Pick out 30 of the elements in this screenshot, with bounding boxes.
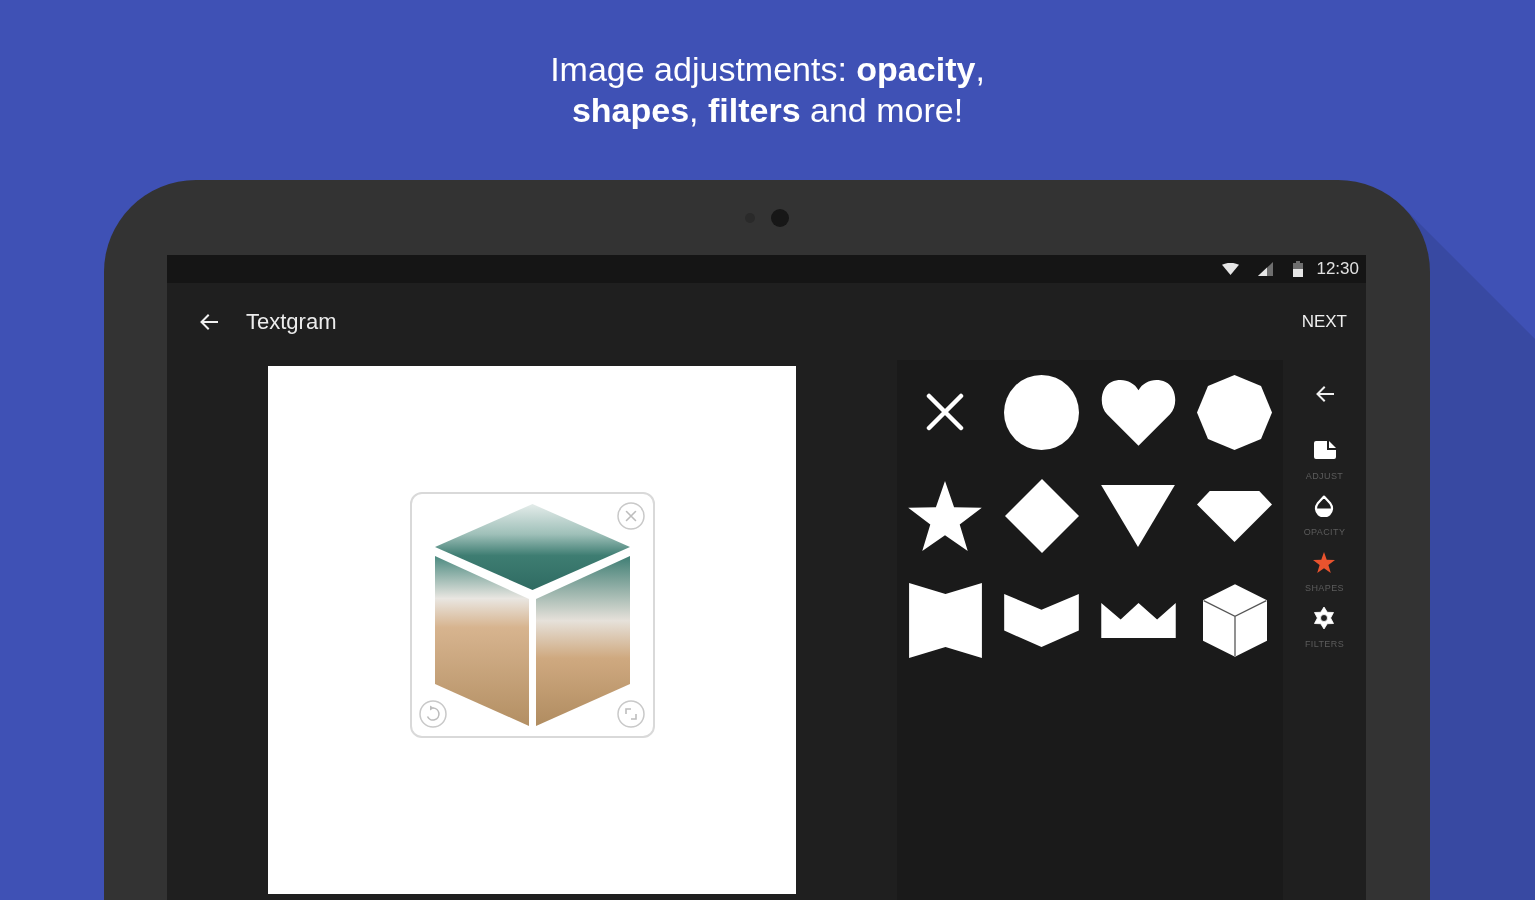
star-icon — [1313, 551, 1336, 573]
back-icon[interactable] — [199, 312, 219, 331]
tool-tab[interactable]: ADJUST — [1305, 438, 1344, 482]
cross-icon[interactable] — [926, 393, 965, 431]
headline: Image adjustments: opacity, shapes, filters and more! — [549, 49, 986, 131]
cube-icon[interactable] — [1202, 583, 1267, 657]
battery-icon — [1293, 261, 1304, 277]
document-icon — [1313, 441, 1336, 459]
next-button[interactable]: NEXT — [1301, 307, 1347, 336]
camera-icon — [770, 208, 789, 227]
banner-icon[interactable] — [908, 582, 982, 658]
tool-tab[interactable]: FILTERS — [1304, 606, 1345, 650]
gem-icon[interactable] — [1197, 490, 1273, 542]
back-icon[interactable] — [1314, 385, 1335, 403]
star-icon[interactable] — [908, 481, 983, 551]
triangle-icon[interactable] — [1101, 485, 1176, 547]
diamond-icon[interactable] — [1004, 479, 1079, 553]
circle-icon[interactable] — [1004, 374, 1080, 450]
wifi-icon — [1222, 263, 1240, 275]
app-title: Textgram — [246, 308, 337, 335]
crown-icon[interactable] — [1100, 602, 1176, 638]
tool-tab[interactable]: SHAPES — [1305, 550, 1344, 594]
tool-tab[interactable]: OPACITY — [1303, 494, 1346, 538]
clock-time: 12:30 — [1316, 259, 1359, 279]
drop-icon — [1314, 495, 1335, 517]
flower-icon — [1314, 607, 1335, 629]
signal-icon — [1258, 262, 1274, 276]
heart-icon[interactable] — [1100, 378, 1176, 446]
octagon-icon[interactable] — [1197, 374, 1273, 450]
chevron-icon[interactable] — [1004, 593, 1080, 647]
